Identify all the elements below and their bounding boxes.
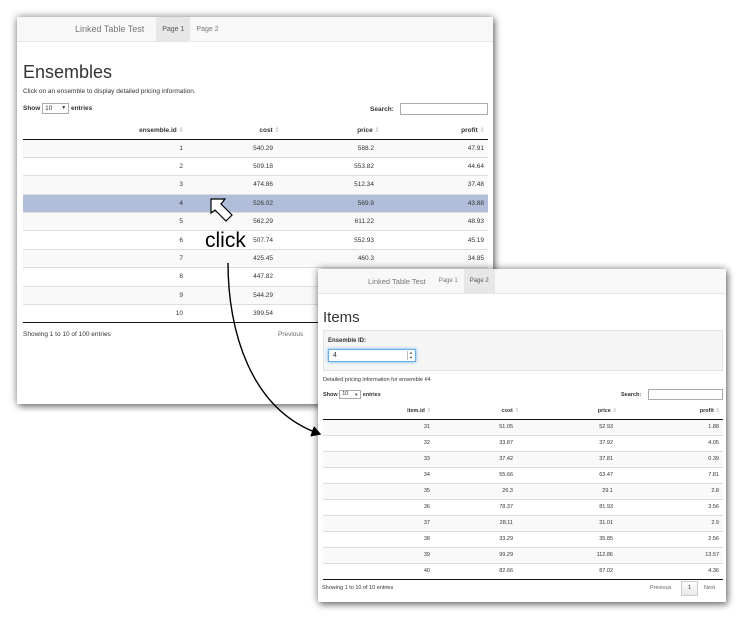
annotation-overlay <box>210 198 322 437</box>
link-arrow <box>227 262 322 437</box>
click-annotation-label: click <box>205 229 246 252</box>
cursor-arrow-icon <box>210 198 233 222</box>
